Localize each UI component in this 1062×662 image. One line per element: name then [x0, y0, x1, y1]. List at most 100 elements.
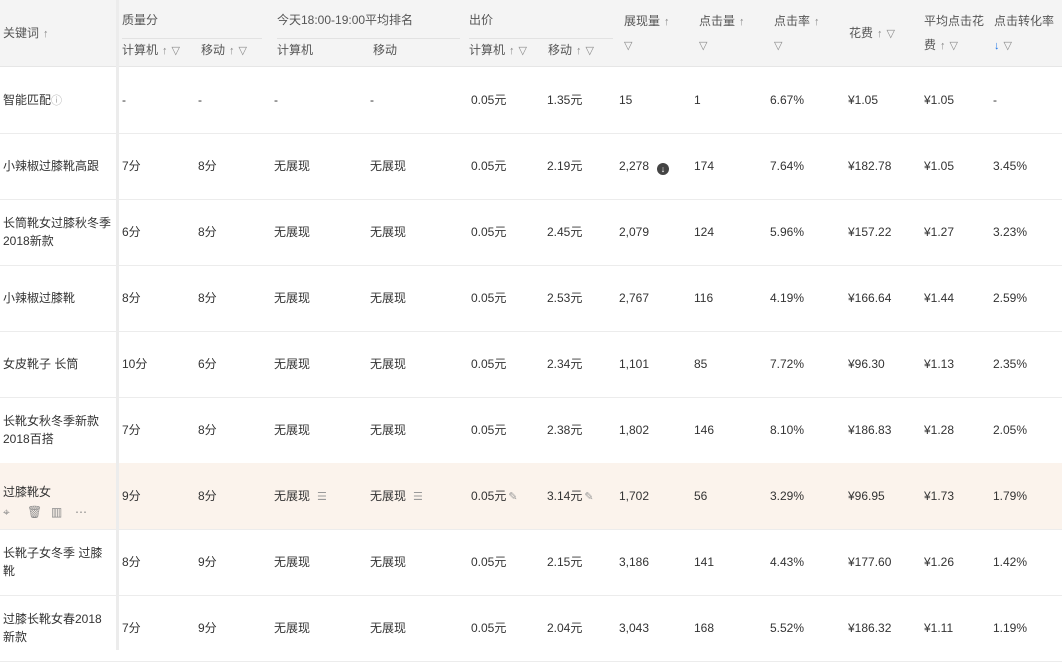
- clk-cell: 174: [694, 157, 714, 175]
- filter-icon[interactable]: ▽: [519, 45, 527, 57]
- sort-arrow-icon[interactable]: ↑: [509, 45, 515, 57]
- keyword-cell[interactable]: 智能匹配ⓘ: [3, 91, 111, 110]
- filter-icon[interactable]: ▽: [1004, 40, 1012, 52]
- table-row[interactable]: 过膝靴女 ⌖ 🗑 ▥ ⋯ 9分 8分 无展现 ☰ 无展现 ☰ 0.05元 ✎ 3.14元 ✎ 1,702 56 3…: [0, 463, 1062, 530]
- sort-arrow-icon[interactable]: ↑: [739, 16, 745, 28]
- clk-value: 85: [694, 357, 708, 371]
- rpc-value: 无展现: [274, 555, 311, 569]
- col-keyword[interactable]: 关键词 ↑: [3, 26, 49, 41]
- keyword-cell[interactable]: 小辣椒过膝靴高跟: [3, 157, 111, 175]
- rank-detail-list-icon[interactable]: ☰: [317, 491, 327, 503]
- filter-icon[interactable]: ▽: [774, 38, 782, 53]
- sort-arrow-icon[interactable]: ↑: [576, 45, 582, 57]
- filter-icon[interactable]: ▽: [699, 38, 707, 53]
- filter-icon[interactable]: ▽: [624, 38, 632, 53]
- keyword-text[interactable]: 小辣椒过膝靴高跟: [3, 159, 99, 173]
- ctr-value: 7.72%: [770, 357, 805, 371]
- col-bid-pc[interactable]: 计算机 ↑ ▽: [469, 43, 527, 58]
- col-quality-pc[interactable]: 计算机 ↑ ▽: [122, 43, 180, 58]
- keyword-text[interactable]: 长筒靴女过膝秋冬季2018新款: [3, 216, 111, 248]
- keyword-cell[interactable]: 长靴女秋冬季新款2018百搭: [3, 412, 111, 448]
- table-row[interactable]: 小辣椒过膝靴 8分 8分 无展现 无展现 0.05元 2.53元 2,767 116 4.19% ¥…: [0, 265, 1062, 332]
- table-row[interactable]: 过膝长靴女春2018新款 7分 9分 无展现 无展现 0.05元 2.04元 3,043 168…: [0, 595, 1062, 662]
- ctr-value: 4.19%: [770, 291, 805, 305]
- filter-icon[interactable]: ▽: [887, 28, 895, 40]
- keyword-text[interactable]: 小辣椒过膝靴: [3, 291, 75, 305]
- col-cost[interactable]: 花费 ↑ ▽: [849, 26, 895, 41]
- conv-value: 2.35%: [993, 357, 1028, 371]
- ctr-value: 4.43%: [770, 555, 805, 569]
- sort-arrow-icon[interactable]: ↑: [940, 40, 946, 52]
- sort-arrow-icon[interactable]: ↑: [814, 16, 820, 28]
- table-row[interactable]: 长靴子女冬季 过膝靴 8分 9分 无展现 无展现 0.05元 2.15元 3,186 141 4.…: [0, 529, 1062, 596]
- filter-icon[interactable]: ▽: [586, 45, 594, 57]
- conv-value: 3.45%: [993, 159, 1028, 173]
- col-avg-cpc-2[interactable]: 费 ↑ ▽: [924, 38, 958, 53]
- trash-icon[interactable]: 🗑: [27, 505, 42, 519]
- table-row[interactable]: 智能匹配ⓘ - - - -0.05元 1.35元 15 1 6.67% ¥1.05 ¥1.05-: [0, 67, 1062, 134]
- col-impressions[interactable]: 展现量 ↑: [624, 14, 670, 29]
- qpc-value: 7分: [122, 423, 141, 437]
- col-conv-rate-controls[interactable]: ↓ ▽: [994, 38, 1012, 53]
- download-icon[interactable]: ↓: [657, 163, 670, 175]
- keyword-text[interactable]: 女皮靴子 长筒: [3, 357, 78, 371]
- keyword-text[interactable]: 智能匹配: [3, 93, 51, 107]
- keyword-text[interactable]: 长靴子女冬季 过膝靴: [3, 546, 102, 578]
- col-quality-mobile[interactable]: 移动 ↑ ▽: [201, 43, 247, 58]
- report-icon[interactable]: ▥: [51, 505, 62, 519]
- edit-bid-icon[interactable]: ✎: [508, 491, 517, 503]
- target-icon[interactable]: ⌖: [3, 505, 10, 520]
- sort-arrow-icon[interactable]: ↑: [162, 45, 168, 57]
- col-bid-mobile[interactable]: 移动 ↑ ▽: [548, 43, 594, 58]
- keyword-text[interactable]: 过膝长靴女春2018新款: [3, 612, 102, 644]
- keyword-text[interactable]: 过膝靴女: [3, 485, 51, 499]
- filter-icon[interactable]: ▽: [239, 45, 247, 57]
- qmob-value: -: [198, 93, 202, 107]
- sort-desc-active-icon[interactable]: ↓: [994, 40, 1000, 52]
- qmob-cell: 8分: [198, 157, 217, 175]
- rpc-value: 无展现: [274, 225, 311, 239]
- rmob-value: -: [370, 93, 374, 107]
- cpc-value: ¥1.05: [924, 93, 955, 107]
- qmob-cell: 6分: [198, 355, 217, 373]
- help-icon[interactable]: ⓘ: [51, 95, 62, 107]
- clk-cell: 124: [694, 223, 714, 241]
- keyword-cell[interactable]: 小辣椒过膝靴: [3, 289, 111, 307]
- qmob-cell: 9分: [198, 619, 217, 637]
- table-row[interactable]: 小辣椒过膝靴高跟 7分 8分 无展现 无展现 0.05元 2.19元 2,278 ↓ 174 7.6…: [0, 133, 1062, 200]
- table-row[interactable]: 女皮靴子 长筒 10分 6分 无展现 无展现 0.05元 2.34元 1,101 85 7.72%…: [0, 331, 1062, 398]
- col-ctr[interactable]: 点击率 ↑: [774, 14, 820, 29]
- conv-value: 1.42%: [993, 555, 1028, 569]
- qmob-value: 8分: [198, 159, 217, 173]
- keyword-cell[interactable]: 过膝长靴女春2018新款: [3, 610, 111, 646]
- keyword-cell[interactable]: 过膝靴女: [3, 483, 111, 501]
- cpc-cell: ¥1.28: [924, 421, 954, 439]
- filter-icon[interactable]: ▽: [172, 45, 180, 57]
- filter-icon[interactable]: ▽: [950, 40, 958, 52]
- qmob-cell: 8分: [198, 487, 217, 505]
- bpc-value: 0.05元: [471, 621, 507, 635]
- table-row[interactable]: 长靴女秋冬季新款2018百搭 7分 8分 无展现 无展现 0.05元 2.38元 1,802 1…: [0, 397, 1062, 464]
- sort-arrow-icon[interactable]: ↑: [43, 28, 49, 40]
- col-rank-mobile: 移动: [373, 43, 398, 57]
- qpc-value: 6分: [122, 225, 141, 239]
- sort-arrow-icon[interactable]: ↑: [877, 28, 883, 40]
- table-row[interactable]: 长筒靴女过膝秋冬季2018新款 6分 8分 无展现 无展现 0.05元 2.45元 2,079…: [0, 199, 1062, 266]
- clk-cell: 56: [694, 487, 707, 505]
- keyword-cell[interactable]: 长靴子女冬季 过膝靴: [3, 544, 111, 580]
- ctr-cell: 5.96%: [770, 223, 804, 241]
- sort-arrow-icon[interactable]: ↑: [229, 45, 235, 57]
- col-clicks[interactable]: 点击量 ↑: [699, 14, 745, 29]
- sort-arrow-icon[interactable]: ↑: [664, 16, 670, 28]
- cost-cell: ¥186.83: [848, 421, 891, 439]
- qpc-cell: 6分: [122, 223, 141, 241]
- keyword-text[interactable]: 长靴女秋冬季新款2018百搭: [3, 414, 99, 446]
- rank-detail-list-icon[interactable]: ☰: [413, 491, 423, 503]
- keyword-cell[interactable]: 长筒靴女过膝秋冬季2018新款: [3, 214, 111, 250]
- more-icon[interactable]: ⋯: [75, 505, 87, 519]
- keyword-cell[interactable]: 女皮靴子 长筒: [3, 355, 111, 373]
- qpc-cell: 10分: [122, 355, 147, 373]
- edit-bid-icon[interactable]: ✎: [584, 491, 593, 503]
- qpc-value: -: [122, 93, 126, 107]
- ctr-cell: 7.64%: [770, 157, 804, 175]
